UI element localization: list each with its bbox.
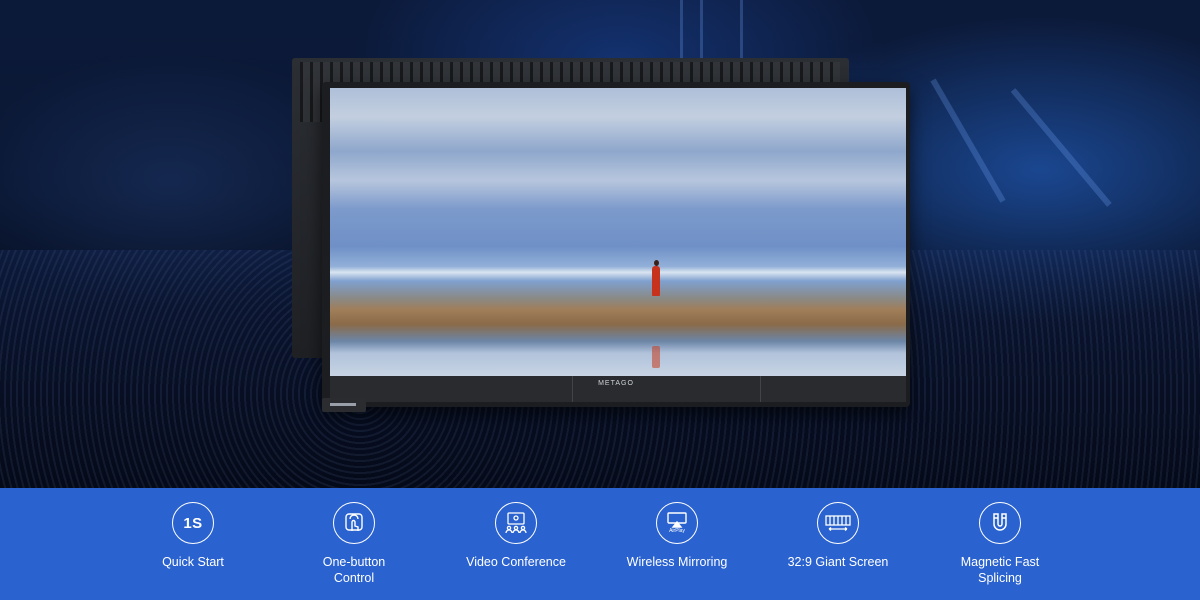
stage-light <box>1010 88 1112 207</box>
1s-icon: 1S <box>172 502 214 544</box>
feature-label: Video Conference <box>466 555 566 569</box>
feature-label: Wireless Mirroring <box>626 555 728 569</box>
giant-screen-icon <box>817 502 859 544</box>
feature-label: Quick Start <box>162 555 224 569</box>
monitor-brand-logo: METAGO <box>598 380 634 387</box>
feature-wireless-mirroring: AirPlay Wireless Mirroring <box>597 502 757 570</box>
person-figure <box>652 266 660 296</box>
feature-label-text: Magnetic Fast Splicing <box>960 555 1040 585</box>
status-indicator <box>330 403 356 406</box>
feature-video-conference: Video Conference <box>436 502 596 570</box>
airplay-icon-text: AirPlay <box>669 528 685 534</box>
feature-label: One-button Control <box>274 554 434 586</box>
feature-label: Magnetic Fast Splicing <box>920 554 1080 586</box>
monitor-screen <box>330 88 906 376</box>
feature-label-text: One-button Control <box>322 555 386 585</box>
video-conference-icon <box>495 502 537 544</box>
airplay-icon: AirPlay <box>656 502 698 544</box>
feature-quick-start: 1S Quick Start <box>113 502 273 570</box>
feature-giant-screen: 32:9 Giant Screen <box>758 502 918 570</box>
stage-light <box>930 78 1006 203</box>
touch-icon <box>333 502 375 544</box>
feature-bar: 1S Quick Start One-button Control Video … <box>0 488 1200 600</box>
feature-label: 32:9 Giant Screen <box>787 555 889 569</box>
feature-magnetic-splicing: Magnetic Fast Splicing <box>920 502 1080 586</box>
1s-icon-text: 1S <box>183 514 203 532</box>
person-reflection <box>652 346 660 368</box>
hero-banner: METAGO <box>0 0 1200 488</box>
monitor: METAGO <box>322 82 910 407</box>
magnet-icon <box>979 502 1021 544</box>
feature-one-button-control: One-button Control <box>274 502 434 586</box>
